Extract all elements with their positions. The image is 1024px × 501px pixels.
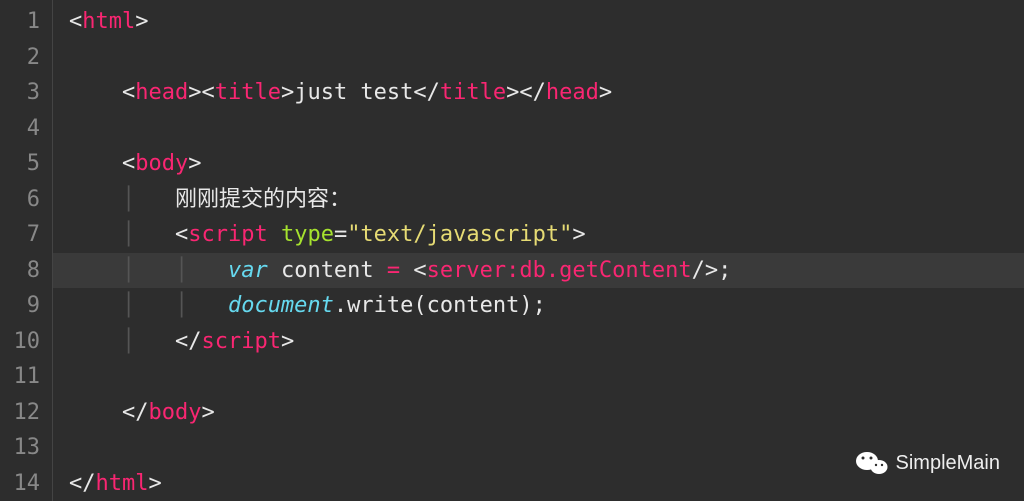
tag-name: title [440,80,506,105]
bracket: </ [175,329,202,354]
line-number: 9 [8,288,40,324]
bracket: > [705,258,718,283]
keyword: var [228,258,268,283]
code-editor: 1 2 3 4 5 6 7 8 9 10 11 12 13 14 <html> … [0,0,1024,501]
space [374,258,387,283]
bracket: </ [69,471,96,496]
tag-name: script [201,329,280,354]
line-number: 11 [8,359,40,395]
line-number: 1 [8,4,40,40]
line-number: 3 [8,75,40,111]
code-line: │ │ document.write(content); [53,288,1024,324]
equals: = [334,222,347,247]
tag-name: title [215,80,281,105]
text-content: just test [294,80,413,105]
text-content: 刚刚提交的内容： [175,187,351,212]
code-line: │ <script type="text/javascript"> [53,217,1024,253]
bracket: > [599,80,612,105]
wechat-icon [856,449,888,477]
bracket: </ [413,80,440,105]
space [268,258,281,283]
code-line [53,111,1024,147]
attr-value: "text/javascript" [347,222,572,247]
watermark: SimpleMain [856,449,1000,477]
tag-name: body [135,151,188,176]
punctuation: ; [718,258,731,283]
line-number: 4 [8,111,40,147]
tag-name: html [82,9,135,34]
code-area[interactable]: <html> <head><title>just test</title></h… [52,0,1024,501]
argument: content [427,293,520,318]
space [268,222,281,247]
function: write [347,293,413,318]
punctuation: ) [519,293,532,318]
bracket: < [175,222,188,247]
code-line: <body> [53,146,1024,182]
code-line [53,359,1024,395]
code-line-active: │ │ var content = <server:db.getContent/… [53,253,1024,289]
code-line: <head><title>just test</title></head> [53,75,1024,111]
variable: content [281,258,374,283]
tag-name: head [135,80,188,105]
line-number: 6 [8,182,40,218]
bracket: > [201,400,214,425]
space [400,258,413,283]
bracket: < [69,9,82,34]
attr-name: type [281,222,334,247]
object: document [228,293,334,318]
bracket: > [506,80,519,105]
line-number: 2 [8,40,40,76]
line-number: 10 [8,324,40,360]
bracket: > [135,9,148,34]
tag-name: server:db.getContent [427,258,692,283]
bracket: < [122,80,135,105]
line-number: 5 [8,146,40,182]
line-number: 12 [8,395,40,431]
tag-name: head [546,80,599,105]
operator: = [387,258,400,283]
code-line: │ 刚刚提交的内容： [53,182,1024,218]
code-line: <html> [53,4,1024,40]
bracket: > [188,151,201,176]
bracket: > [281,329,294,354]
bracket: < [201,80,214,105]
punctuation: ( [413,293,426,318]
line-number: 13 [8,430,40,466]
bracket: > [188,80,201,105]
punctuation: . [334,293,347,318]
tag-name: body [148,400,201,425]
bracket: < [122,151,135,176]
line-number: 8 [8,253,40,289]
line-gutter: 1 2 3 4 5 6 7 8 9 10 11 12 13 14 [0,0,52,501]
bracket: > [572,222,585,247]
code-line [53,40,1024,76]
bracket: > [148,471,161,496]
line-number: 14 [8,466,40,501]
bracket: < [413,258,426,283]
bracket: / [692,258,705,283]
code-line: │ </script> [53,324,1024,360]
tag-name: script [188,222,267,247]
bracket: > [281,80,294,105]
tag-name: html [96,471,149,496]
bracket: </ [122,400,149,425]
bracket: </ [519,80,546,105]
punctuation: ; [533,293,546,318]
watermark-label: SimpleMain [896,452,1000,475]
line-number: 7 [8,217,40,253]
code-line: </body> [53,395,1024,431]
